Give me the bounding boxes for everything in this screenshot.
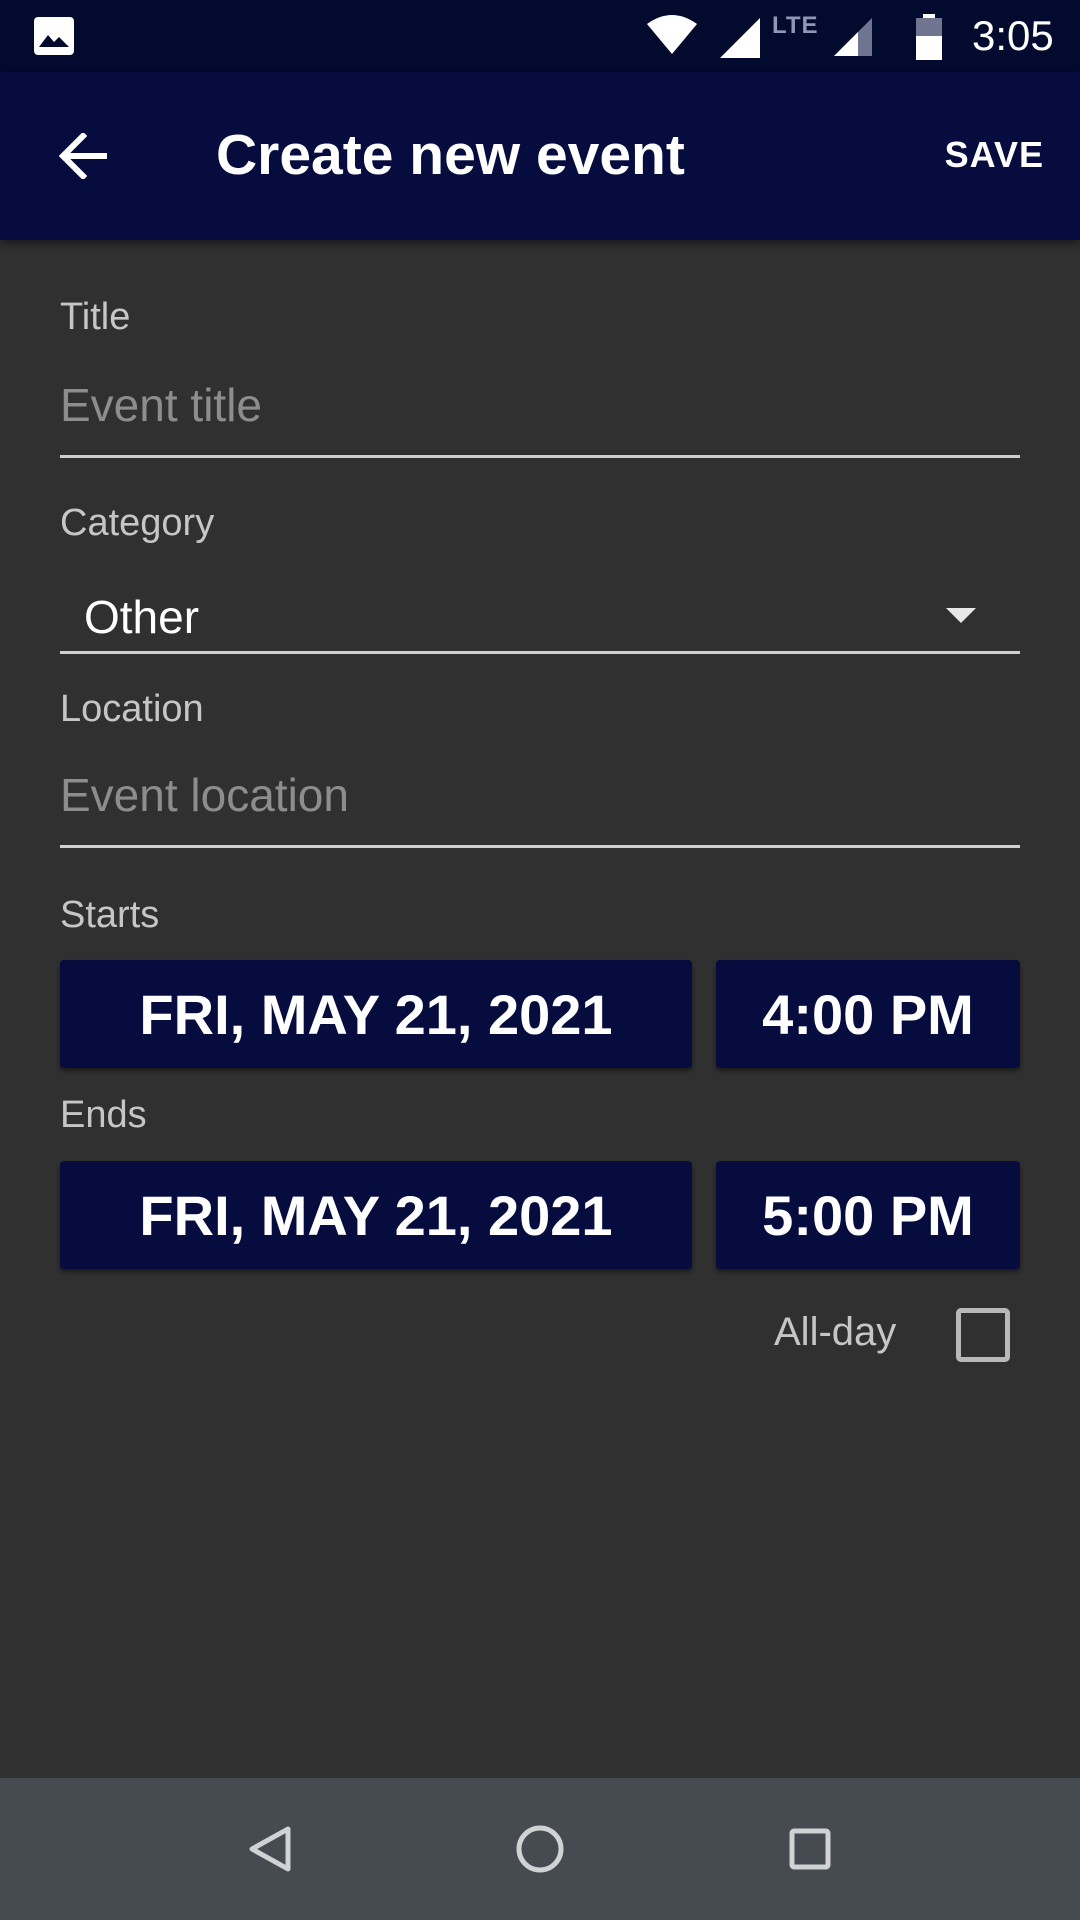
ends-label: Ends [60, 1094, 147, 1136]
starts-label: Starts [60, 894, 160, 936]
app-bar: Create new event SAVE [0, 72, 1080, 240]
start-date-button[interactable]: FRI, MAY 21, 2021 [60, 960, 692, 1068]
category-dropdown[interactable]: Other [60, 570, 1020, 654]
location-label: Location [60, 688, 204, 730]
category-selected-value: Other [84, 591, 200, 643]
wifi-icon [647, 15, 697, 54]
status-time: 3:05 [972, 12, 1054, 59]
event-title-input[interactable] [60, 372, 1020, 458]
signal-icon [834, 18, 872, 56]
home-circle-icon [516, 1825, 564, 1873]
all-day-checkbox[interactable] [956, 1308, 1010, 1362]
end-time-button[interactable]: 5:00 PM [716, 1161, 1020, 1269]
start-time-button[interactable]: 4:00 PM [716, 960, 1020, 1068]
all-day-label: All-day [774, 1310, 897, 1354]
back-button[interactable] [44, 116, 124, 196]
signal-icon [720, 18, 760, 58]
title-label: Title [60, 296, 131, 338]
end-date-button[interactable]: FRI, MAY 21, 2021 [60, 1161, 692, 1269]
category-label: Category [60, 502, 215, 544]
nav-recents-button[interactable] [765, 1804, 855, 1894]
save-button[interactable]: SAVE [945, 134, 1044, 176]
battery-icon [916, 14, 942, 60]
nav-back-button[interactable] [225, 1804, 315, 1894]
system-nav-bar [0, 1778, 1080, 1920]
network-type-label: LTE [772, 12, 819, 39]
status-bar: LTE 3:05 [0, 0, 1080, 72]
nav-home-button[interactable] [495, 1804, 585, 1894]
image-icon [34, 17, 74, 55]
dropdown-arrow-icon [946, 608, 976, 623]
back-triangle-icon [249, 1826, 291, 1872]
event-location-input[interactable] [60, 762, 1020, 848]
recents-square-icon [789, 1828, 831, 1870]
arrow-back-icon [59, 133, 107, 179]
page-title: Create new event [216, 123, 685, 187]
